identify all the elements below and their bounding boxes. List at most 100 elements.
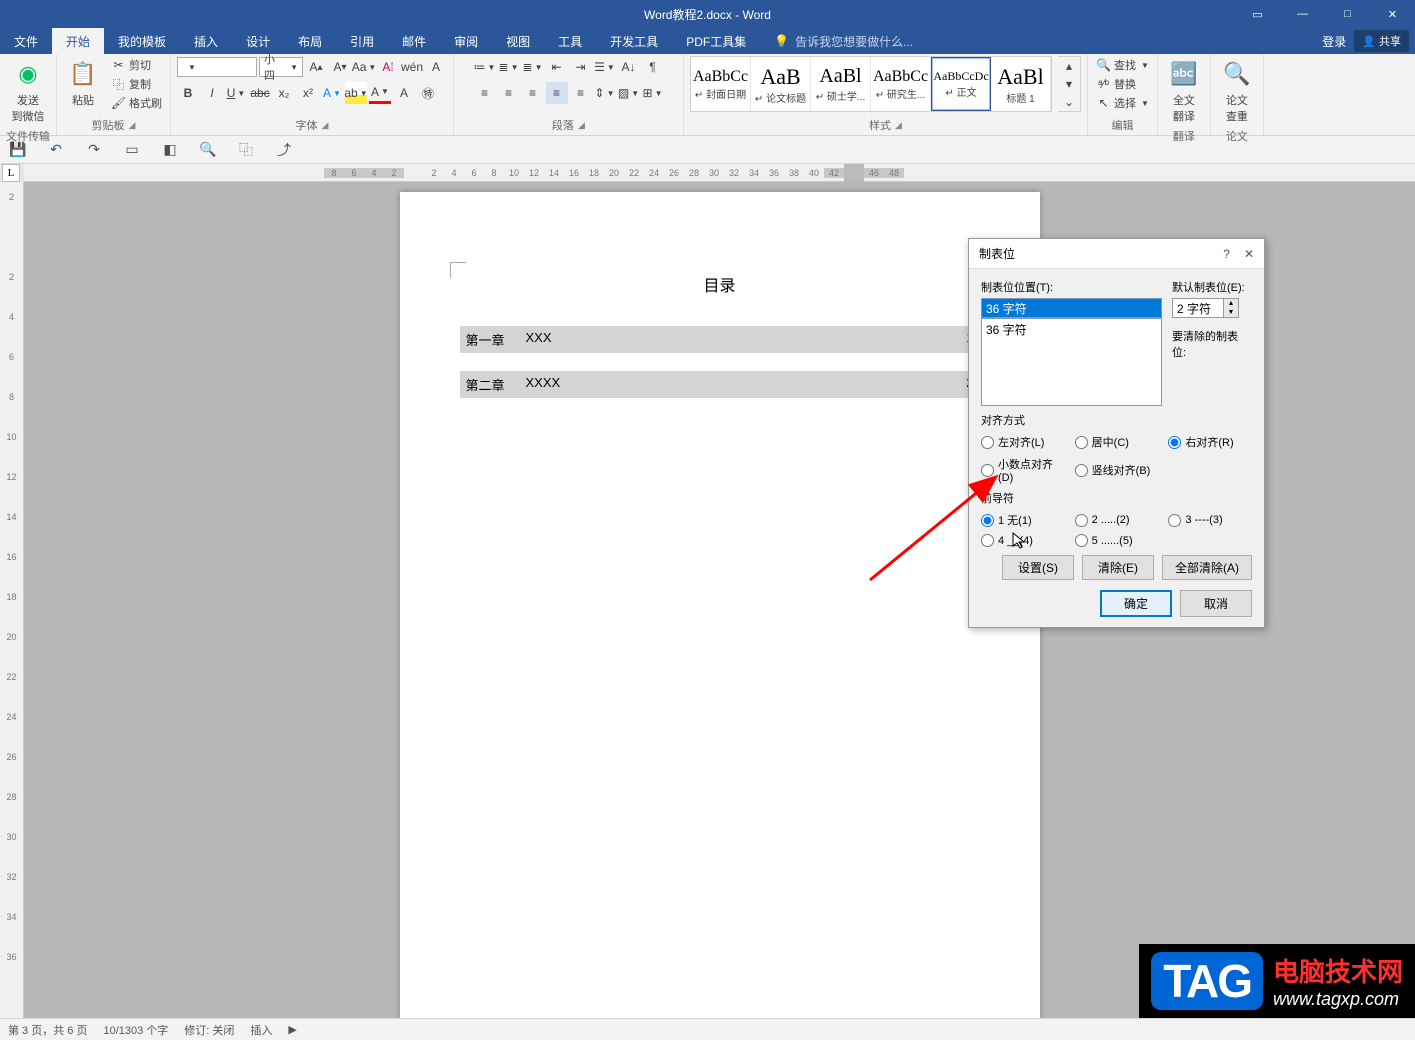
status-words[interactable]: 10/1303 个字	[103, 1022, 168, 1038]
tab-align-selector[interactable]: L	[2, 164, 20, 182]
default-tab-input[interactable]	[1172, 298, 1224, 318]
minimize-icon[interactable]: —	[1280, 0, 1325, 28]
style-cover-date[interactable]: AaBbCc↵ 封面日期	[691, 57, 751, 111]
find-button[interactable]: 🔍查找▼	[1094, 56, 1151, 74]
tab-mytemplates[interactable]: 我的模板	[104, 28, 180, 54]
tab-developer[interactable]: 开发工具	[596, 28, 672, 54]
status-track[interactable]: 修订: 关闭	[184, 1022, 234, 1038]
line-spacing-button[interactable]: ⇕▼	[594, 82, 616, 104]
subscript-button[interactable]: x₂	[273, 82, 295, 104]
font-size-select[interactable]: 小四▼	[259, 57, 303, 77]
dialog-help-icon[interactable]: ?	[1223, 247, 1230, 261]
tell-me-search[interactable]: 💡 告诉我您想要做什么...	[774, 28, 913, 54]
tab-stop-marker[interactable]	[844, 164, 864, 182]
grow-font-button[interactable]: A▴	[305, 56, 327, 78]
bullets-button[interactable]: ≔▼	[474, 56, 496, 78]
align-left-radio[interactable]: 左对齐(L)	[981, 434, 1065, 450]
paste-button[interactable]: 📋 粘贴	[63, 56, 103, 110]
horizontal-ruler[interactable]: 8642246810121416182022242628303234363840…	[24, 164, 1415, 182]
thesis-check-button[interactable]: 🔍论文 查重	[1217, 56, 1257, 126]
spin-down-icon[interactable]: ▼	[1224, 308, 1238, 317]
qat-btn4[interactable]: ▭	[122, 140, 142, 160]
share-button[interactable]: 👤共享	[1354, 30, 1409, 52]
align-center-radio[interactable]: 居中(C)	[1075, 434, 1159, 450]
spin-up-icon[interactable]: ▲	[1224, 299, 1238, 308]
tab-mailings[interactable]: 邮件	[388, 28, 440, 54]
distribute-button[interactable]: ≡	[570, 82, 592, 104]
tab-file[interactable]: 文件	[0, 28, 52, 54]
tab-layout[interactable]: 布局	[284, 28, 336, 54]
copy-button[interactable]: ⿻复制	[109, 75, 164, 93]
align-left-button[interactable]: ≡	[474, 82, 496, 104]
login-link[interactable]: 登录	[1322, 33, 1346, 50]
style-master[interactable]: AaBl↵ 硕士学...	[811, 57, 871, 111]
strikethrough-button[interactable]: abc	[249, 82, 271, 104]
qat-btn6[interactable]: 🔍	[198, 140, 218, 160]
tab-position-input[interactable]	[981, 298, 1162, 318]
justify-button[interactable]: ≡	[546, 82, 568, 104]
styles-scroll-up-icon[interactable]: ▴	[1058, 57, 1080, 75]
shrink-font-button[interactable]: A▾	[329, 56, 351, 78]
change-case-button[interactable]: Aa▼	[353, 56, 375, 78]
highlight-button[interactable]: ab▼	[345, 82, 367, 104]
tab-position-list[interactable]: 36 字符	[981, 318, 1162, 406]
tab-review[interactable]: 审阅	[440, 28, 492, 54]
maximize-icon[interactable]: □	[1325, 0, 1370, 28]
bold-button[interactable]: B	[177, 82, 199, 104]
font-color-button[interactable]: A▼	[369, 82, 391, 104]
default-tab-spinner[interactable]: ▲▼	[1172, 298, 1252, 318]
cancel-button[interactable]: 取消	[1180, 590, 1252, 617]
indent-left-button[interactable]: ⇤	[546, 56, 568, 78]
align-right-button[interactable]: ≡	[522, 82, 544, 104]
table-row[interactable]: 第二章 XXXX 2	[460, 371, 980, 398]
font-family-select[interactable]: ▼	[177, 57, 257, 77]
clear-all-button[interactable]: 全部清除(A)	[1162, 555, 1252, 580]
redo-icon[interactable]: ↷	[84, 140, 104, 160]
styles-scroll-down-icon[interactable]: ▾	[1058, 75, 1080, 93]
text-effects-button[interactable]: A▼	[321, 82, 343, 104]
select-button[interactable]: ↖选择▼	[1094, 94, 1151, 112]
font-launcher-icon[interactable]: ◢	[322, 120, 329, 131]
shading-button[interactable]: ▨▼	[618, 82, 640, 104]
multilevel-button[interactable]: ≣▼	[522, 56, 544, 78]
tab-view[interactable]: 视图	[492, 28, 544, 54]
char-border-button[interactable]: A	[425, 56, 447, 78]
ribbon-display-options-icon[interactable]: ▭	[1235, 0, 1280, 28]
style-graduate[interactable]: AaBbCc↵ 研究生...	[871, 57, 931, 111]
align-bar-radio[interactable]: 竖线对齐(B)	[1075, 456, 1159, 484]
style-normal[interactable]: AaBbCcDc↵ 正文	[931, 57, 991, 111]
clear-button[interactable]: 清除(E)	[1082, 555, 1154, 580]
borders-button[interactable]: ⊞▼	[642, 82, 664, 104]
leader-4-radio[interactable]: 4 __(4)	[981, 534, 1065, 547]
vertical-ruler[interactable]: 224681012141618202224262830323436	[0, 182, 24, 1018]
leader-3-radio[interactable]: 3 ----(3)	[1168, 512, 1252, 528]
ok-button[interactable]: 确定	[1100, 590, 1172, 617]
list-item[interactable]: 36 字符	[986, 321, 1157, 338]
tab-tools[interactable]: 工具	[544, 28, 596, 54]
leader-5-radio[interactable]: 5 ......(5)	[1075, 534, 1159, 547]
align-decimal-radio[interactable]: 小数点对齐(D)	[981, 456, 1065, 484]
align-right-radio[interactable]: 右对齐(R)	[1168, 434, 1252, 450]
styles-expand-icon[interactable]: ⌄	[1058, 93, 1080, 111]
translate-button[interactable]: 🔤全文 翻译	[1164, 56, 1204, 126]
status-mode[interactable]: 插入	[250, 1022, 272, 1038]
styles-launcher-icon[interactable]: ◢	[895, 120, 902, 131]
status-page[interactable]: 第 3 页，共 6 页	[8, 1022, 87, 1038]
status-macro-icon[interactable]: ▶	[288, 1023, 296, 1036]
indent-right-button[interactable]: ⇥	[570, 56, 592, 78]
page[interactable]: 目录 第一章 XXX 1 第二章 XXXX 2	[400, 192, 1040, 1018]
style-paper-title[interactable]: AaB↵ 论文标题	[751, 57, 811, 111]
clipboard-launcher-icon[interactable]: ◢	[129, 120, 136, 131]
italic-button[interactable]: I	[201, 82, 223, 104]
close-icon[interactable]: ✕	[1370, 0, 1415, 28]
numbering-button[interactable]: ≣▼	[498, 56, 520, 78]
enclose-char-button[interactable]: ㊕	[417, 82, 439, 104]
replace-button[interactable]: ᵃ⁄ᵇ替换	[1094, 75, 1151, 93]
tab-pdf[interactable]: PDF工具集	[672, 28, 760, 54]
leader-1-radio[interactable]: 1 无(1)	[981, 512, 1065, 528]
qat-btn7[interactable]: ⿻	[236, 140, 256, 160]
styles-gallery[interactable]: AaBbCc↵ 封面日期 AaB↵ 论文标题 AaBl↵ 硕士学... AaBb…	[690, 56, 1052, 112]
tab-home[interactable]: 开始	[52, 28, 104, 54]
qat-btn5[interactable]: ◧	[160, 140, 180, 160]
clear-format-button[interactable]: A⁞	[377, 56, 399, 78]
